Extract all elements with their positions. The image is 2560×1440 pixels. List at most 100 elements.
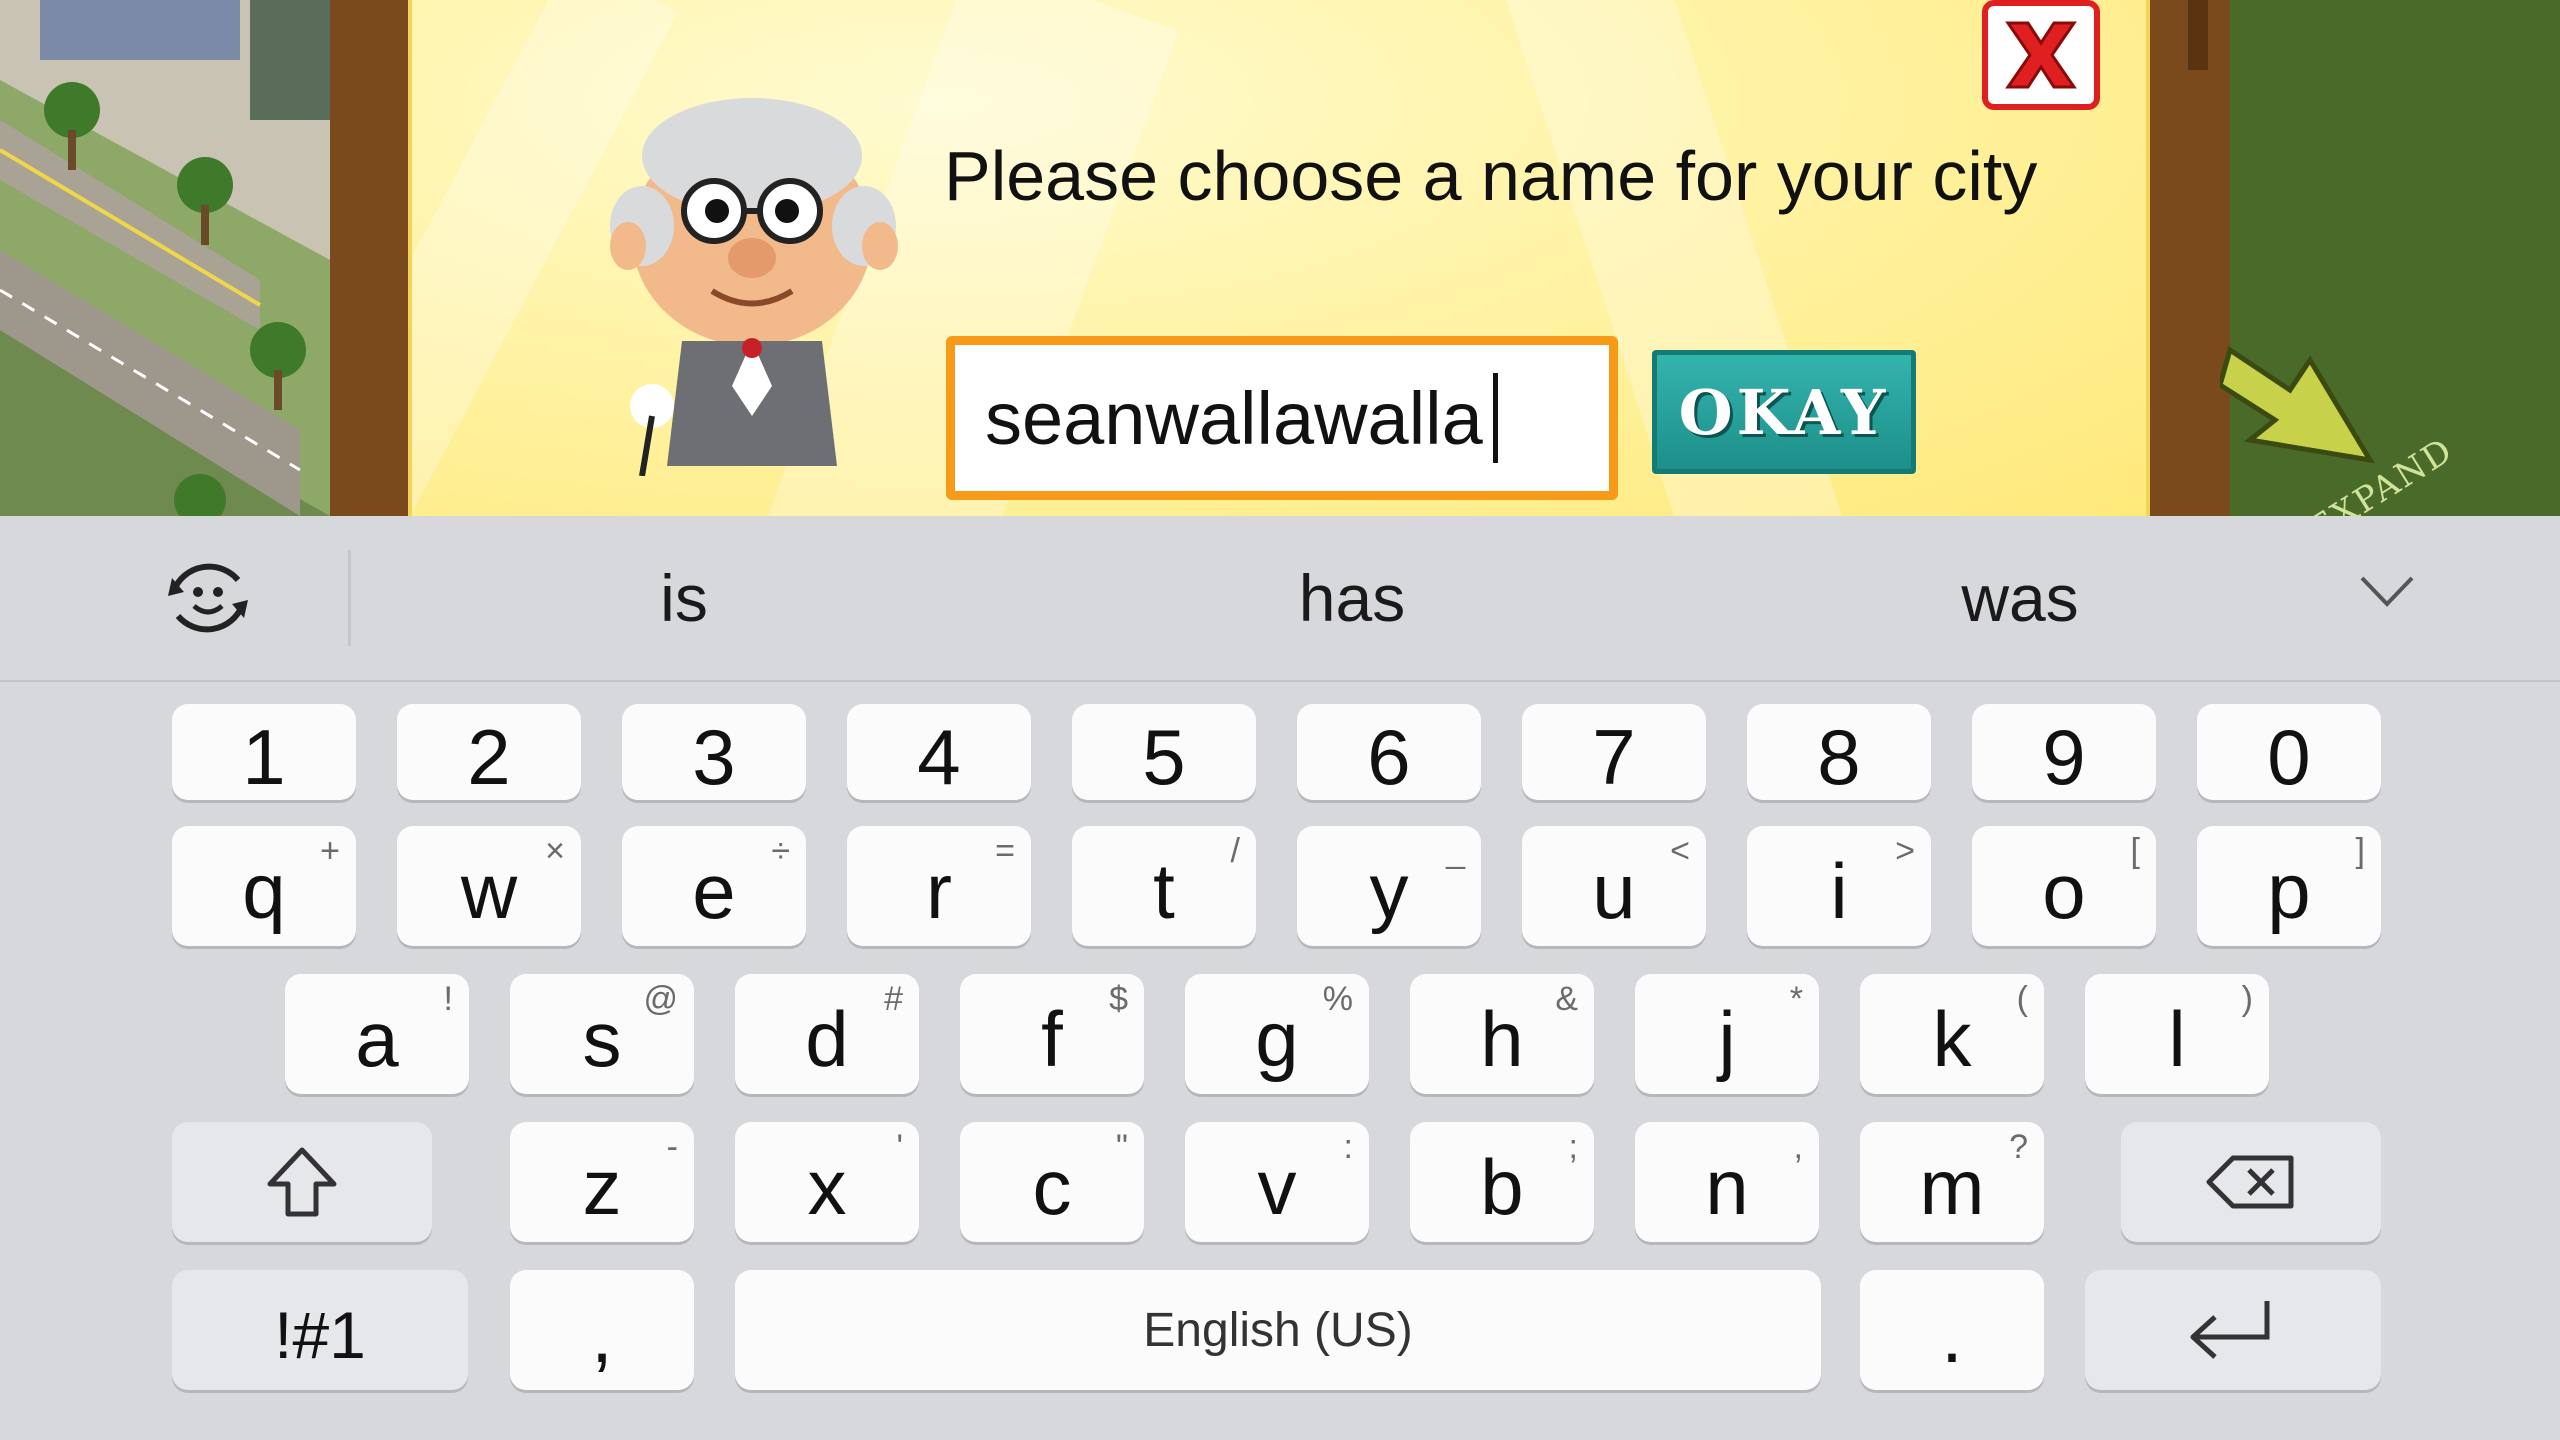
key-hint: < <box>1670 832 1690 870</box>
city-name-dialog: Please choose a name for your city seanw… <box>408 0 2150 516</box>
key-hint: ) <box>2241 980 2253 1018</box>
key-j[interactable]: * j <box>1635 974 1819 1094</box>
key-h[interactable]: & h <box>1410 974 1594 1094</box>
backspace-icon <box>2206 1155 2294 1209</box>
key-label: l <box>2168 994 2186 1083</box>
key-a[interactable]: ! a <box>285 974 469 1094</box>
key-hint: ? <box>2009 1128 2028 1166</box>
suggestion-divider <box>348 550 351 646</box>
comma-key[interactable]: , <box>510 1270 694 1390</box>
key-i[interactable]: > i <box>1747 826 1931 946</box>
key-label: 2 <box>467 712 511 801</box>
key-hint: ÷ <box>771 832 790 870</box>
suggestion-3[interactable]: was <box>1820 560 2220 636</box>
backspace-key[interactable] <box>2121 1122 2381 1242</box>
key-label: p <box>2267 846 2311 935</box>
key-6[interactable]: 6 <box>1297 704 1481 801</box>
key-t[interactable]: / t <box>1072 826 1256 946</box>
key-label: 4 <box>917 712 961 801</box>
key-g[interactable]: % g <box>1185 974 1369 1094</box>
key-q[interactable]: + q <box>172 826 356 946</box>
key-y[interactable]: _ y <box>1297 826 1481 946</box>
city-map-background <box>0 0 400 516</box>
key-hint: = <box>995 832 1015 870</box>
key-label: a <box>355 994 399 1083</box>
expand-arrow-icon[interactable] <box>2220 330 2410 470</box>
key-8[interactable]: 8 <box>1747 704 1931 801</box>
key-hint: ( <box>2016 980 2028 1018</box>
key-r[interactable]: = r <box>847 826 1031 946</box>
key-label: o <box>2042 846 2086 935</box>
key-l[interactable]: ) l <box>2085 974 2269 1094</box>
suggestion-bar: is has was <box>0 516 2560 682</box>
period-key[interactable]: . <box>1860 1270 2044 1390</box>
key-e[interactable]: ÷ e <box>622 826 806 946</box>
key-9[interactable]: 9 <box>1972 704 2156 801</box>
key-label: e <box>692 846 736 935</box>
key-f[interactable]: $ f <box>960 974 1144 1094</box>
key-hint: : <box>1343 1128 1353 1166</box>
key-3[interactable]: 3 <box>622 704 806 801</box>
close-icon <box>2005 21 2077 89</box>
key-0[interactable]: 0 <box>2197 704 2381 801</box>
key-label: n <box>1705 1142 1749 1231</box>
key-v[interactable]: :v <box>1185 1122 1369 1242</box>
symbols-key[interactable]: !#1 <box>172 1270 468 1390</box>
suggestion-1[interactable]: is <box>484 560 884 636</box>
key-hint: - <box>666 1128 678 1166</box>
okay-button[interactable]: OKAY <box>1652 350 1916 474</box>
key-hint: # <box>884 980 903 1018</box>
key-label: g <box>1255 994 1299 1083</box>
key-label: s <box>582 994 622 1083</box>
key-b[interactable]: ; b <box>1410 1122 1594 1242</box>
key-c[interactable]: " c <box>960 1122 1144 1242</box>
key-m[interactable]: ? m <box>1860 1122 2044 1242</box>
key-label: 0 <box>2267 712 2311 801</box>
space-key[interactable]: English (US) <box>735 1270 1821 1390</box>
key-p[interactable]: ] p <box>2197 826 2381 946</box>
key-label: !#1 <box>274 1298 366 1372</box>
key-4[interactable]: 4 <box>847 704 1031 801</box>
key-hint: & <box>1555 980 1578 1018</box>
key-w[interactable]: × w <box>397 826 581 946</box>
key-k[interactable]: (k <box>1860 974 2044 1094</box>
close-button[interactable] <box>1982 0 2100 110</box>
key-hint: @ <box>643 980 678 1018</box>
suggestion-2[interactable]: has <box>1152 560 1552 636</box>
key-z[interactable]: -z <box>510 1122 694 1242</box>
key-5[interactable]: 5 <box>1072 704 1256 801</box>
key-label: v <box>1257 1142 1297 1231</box>
key-x[interactable]: ' x <box>735 1122 919 1242</box>
key-label: t <box>1153 846 1175 935</box>
space-key-label: English (US) <box>1143 1303 1413 1357</box>
key-label: 6 <box>1367 712 1411 801</box>
key-label: h <box>1480 994 1524 1083</box>
key-hint: * <box>1789 980 1803 1018</box>
key-u[interactable]: < u <box>1522 826 1706 946</box>
key-1[interactable]: 1 <box>172 704 356 801</box>
city-name-input[interactable]: seanwallawalla <box>946 336 1618 500</box>
key-label: q <box>242 846 286 935</box>
key-label: r <box>926 846 952 935</box>
key-d[interactable]: # d <box>735 974 919 1094</box>
key-label: , <box>591 1290 613 1379</box>
key-hint: + <box>320 832 340 870</box>
shift-icon <box>267 1147 337 1217</box>
enter-icon <box>2190 1301 2270 1359</box>
enter-key[interactable] <box>2085 1270 2381 1390</box>
game-area: Please choose a name for your city seanw… <box>0 0 2560 516</box>
shift-key[interactable] <box>172 1122 432 1242</box>
key-label: y <box>1369 846 1409 935</box>
key-hint: / <box>1230 832 1240 870</box>
key-hint: % <box>1322 980 1353 1018</box>
key-o[interactable]: [o <box>1972 826 2156 946</box>
key-hint: ; <box>1568 1128 1578 1166</box>
key-label: 5 <box>1142 712 1186 801</box>
key-2[interactable]: 2 <box>397 704 581 801</box>
key-s[interactable]: @ s <box>510 974 694 1094</box>
chevron-down-icon[interactable] <box>2358 572 2416 612</box>
dialog-title: Please choose a name for your city <box>944 137 2038 215</box>
key-7[interactable]: 7 <box>1522 704 1706 801</box>
emoji-refresh-icon[interactable] <box>160 550 256 646</box>
key-n[interactable]: ,n <box>1635 1122 1819 1242</box>
